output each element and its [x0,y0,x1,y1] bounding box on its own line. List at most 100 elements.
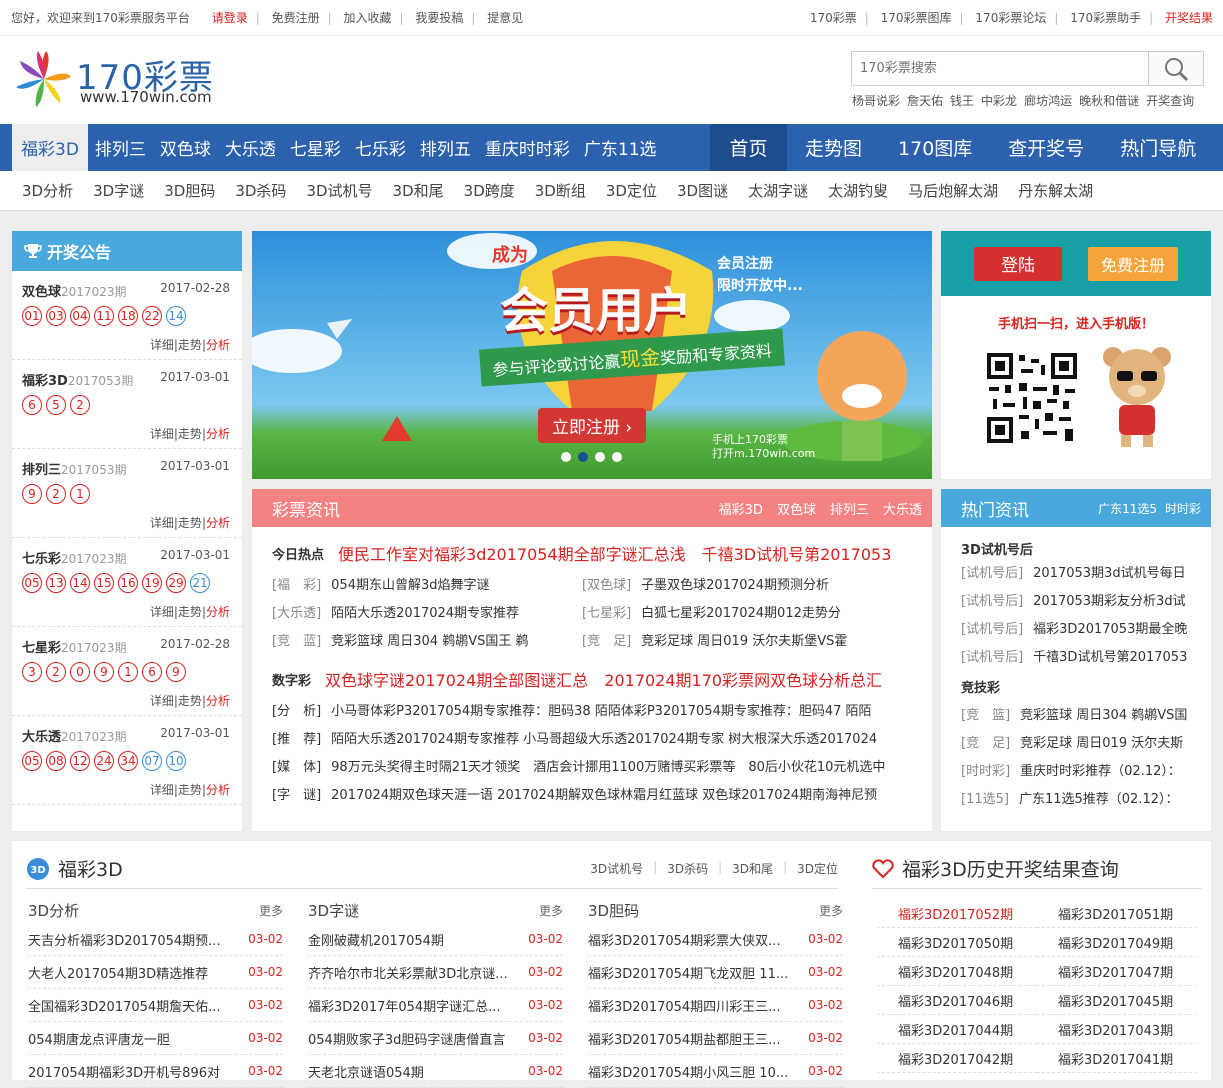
draw-name[interactable]: 大乐透 [22,730,61,745]
list-item[interactable]: 2017054期福彩3D开机号896对 03-02 [28,1055,283,1088]
more-link[interactable]: 更多 [259,902,283,919]
subnav-item[interactable]: 3D断组 [535,180,586,201]
hot-news-link[interactable]: 2017053期3d试机号每日 [1033,562,1185,581]
article-link[interactable]: 天老北京谜语054期 [308,1062,424,1081]
top-link-results[interactable]: 开奖结果 [1165,11,1213,25]
detail-link[interactable]: 详细 [150,516,174,530]
search-button[interactable] [1148,52,1203,85]
nav-item-qlc[interactable]: 七乐彩 [348,124,413,171]
article-link[interactable]: 福彩3D2017054期飞龙双胆 11... [588,963,788,982]
headline-link[interactable]: 2017024期170彩票网双色球分析总汇 [604,667,882,691]
top-link-assistant[interactable]: 170彩票助手 [1070,11,1141,25]
article-link[interactable]: 齐齐哈尔市北关彩票献3D北京谜... [308,963,508,982]
hot-news-link[interactable]: 千禧3D试机号第2017053 [1033,646,1187,665]
subnav-item[interactable]: 3D跨度 [464,180,515,201]
headline-link[interactable]: 双色球字谜2017024期全部图谜汇总 [325,667,588,691]
hot-news-row[interactable]: [11选5] 广东11选5推荐（02.12）： [941,783,1211,811]
hot-word[interactable]: 晚秋和借谜 [1079,92,1139,109]
trend-link[interactable]: 走势 [178,694,202,708]
trend-link[interactable]: 走势 [178,338,202,352]
news-item[interactable]: [竞 蓝] 竞彩篮球 周日304 鹈鹕VS国王 鹈 [272,630,582,649]
news-item[interactable]: [双色球] 子墨双色球2017024期预测分析 [582,574,892,593]
list-item[interactable]: 054期唐龙点评唐龙一胆 03-02 [28,1022,283,1055]
article-link[interactable]: 2017054期福彩3D开机号896对 [28,1062,220,1081]
hot-word[interactable]: 中彩龙 [981,92,1017,109]
subnav-item[interactable]: 3D胆码 [164,180,215,201]
register-link[interactable]: 免费注册 [272,11,320,25]
news-item[interactable]: [大乐透] 陌陌大乐透2017024期专家推荐 [272,602,582,621]
top-link-forum[interactable]: 170彩票论坛 [975,11,1046,25]
nav-item-ssq[interactable]: 双色球 [153,124,218,171]
history-link[interactable]: 福彩3D2017046期 [877,986,1037,1015]
news-link[interactable]: 竞彩篮球 周日304 鹈鹕VS国王 鹈 [331,630,528,649]
hot-news-link[interactable]: 广东11选5推荐（02.12）： [1019,788,1179,807]
news-item[interactable]: [竞 足] 竞彩足球 周日019 沃尔夫斯堡VS霍 [582,630,892,649]
trend-link[interactable]: 走势 [178,427,202,441]
trend-link[interactable]: 走势 [178,783,202,797]
news-tab[interactable]: 排列三 [830,499,869,518]
news-tab[interactable]: 双色球 [777,499,816,518]
feedback-link[interactable]: 提意见 [487,11,523,25]
hot-news-link[interactable]: 竞彩足球 周日019 沃尔夫斯 [1020,732,1183,751]
list-item[interactable]: 全国福彩3D2017054期詹天佑... 03-02 [28,989,283,1022]
more-link[interactable]: 更多 [539,902,563,919]
draw-name[interactable]: 排列三 [22,463,61,478]
history-link[interactable]: 福彩3D2017048期 [877,957,1037,986]
history-link[interactable]: 福彩3D2017047期 [1037,957,1197,986]
article-link[interactable]: 福彩3D2017054期彩票大侠双... [588,930,781,949]
subnav-item[interactable]: 太湖钓叟 [828,180,888,201]
history-link[interactable]: 福彩3D2017051期 [1037,899,1197,928]
analysis-link[interactable]: 分析 [206,783,230,797]
headline-link[interactable]: 便民工作室对福彩3d2017054期全部字谜汇总浅 [338,541,686,565]
analysis-link[interactable]: 分析 [206,338,230,352]
article-link[interactable]: 金刚破藏机2017054期 [308,930,444,949]
list-item[interactable]: 福彩3D2017054期飞龙双胆 11... 03-02 [588,956,843,989]
fc3d-tab[interactable]: 3D定位 [797,860,838,877]
column-title[interactable]: 3D分析 [28,900,79,921]
nav-item-gd11[interactable]: 广东11选 [577,124,664,171]
fc3d-tab[interactable]: 3D试机号 [590,860,643,877]
news-link[interactable]: 白狐七星彩2017024期012走势分 [641,602,841,621]
nav-item-p5[interactable]: 排列五 [413,124,478,171]
login-link[interactable]: 请登录 [212,11,248,25]
detail-link[interactable]: 详细 [150,605,174,619]
list-item[interactable]: 大老人2017054期3D精选推荐 03-02 [28,956,283,989]
promo-banner[interactable]: 成为 会员用户 会员注册 限时开放中... 参与评论或讨论赢现金奖励和专家资料 … [252,231,932,479]
top-link-lottery[interactable]: 170彩票 [810,11,857,25]
history-link[interactable]: 福彩3D2017050期 [877,928,1037,957]
search-input[interactable] [852,52,1148,85]
news-link[interactable]: 054期东山曾解3d焰舞字谜 [331,574,489,593]
hot-word[interactable]: 钱王 [950,92,974,109]
hot-word[interactable]: 开奖查询 [1146,92,1194,109]
subnav-item[interactable]: 3D试机号 [306,180,372,201]
list-item[interactable]: 054期败家子3d胆码字谜唐僧直言 03-02 [308,1022,563,1055]
hot-news-link[interactable]: 重庆时时彩推荐（02.12）： [1020,760,1181,779]
hot-word[interactable]: 廊坊鸿运 [1024,92,1072,109]
banner-register-button[interactable]: 立即注册 › [538,408,647,443]
news-item[interactable]: [七星彩] 白狐七星彩2017024期012走势分 [582,602,892,621]
hot-news-row[interactable]: [时时彩] 重庆时时彩推荐（02.12）： [941,755,1211,783]
subnav-item[interactable]: 3D定位 [606,180,657,201]
hot-news-row[interactable]: [竞 足] 竞彩足球 周日019 沃尔夫斯 [941,727,1211,755]
nav-item-dlt[interactable]: 大乐透 [218,124,283,171]
history-link[interactable]: 福彩3D2017052期 [877,899,1037,928]
detail-link[interactable]: 详细 [150,427,174,441]
hot-news-row[interactable]: [竞 篮] 竞彩篮球 周日304 鹈鹕VS国 [941,699,1211,727]
more-link[interactable]: 更多 [819,902,843,919]
hot-news-row[interactable]: [试机号后] 2017053期彩友分析3d试 [941,585,1211,613]
news-row[interactable]: [媒 体] 98万元头奖得主时隔21天才领奖 酒店会计挪用1100万赌博买彩票等 … [252,751,932,779]
analysis-link[interactable]: 分析 [206,694,230,708]
subnav-item[interactable]: 3D和尾 [393,180,444,201]
news-row[interactable]: [推 荐] 陌陌大乐透2017024期专家推荐 小马哥超级大乐透2017024期专… [252,723,932,751]
news-item[interactable]: [福 彩] 054期东山曾解3d焰舞字谜 [272,574,582,593]
list-item[interactable]: 福彩3D2017054期盐都胆王三... 03-02 [588,1022,843,1055]
article-link[interactable]: 054期败家子3d胆码字谜唐僧直言 [308,1029,505,1048]
top-link-gallery[interactable]: 170彩票图库 [881,11,952,25]
nav-gallery[interactable]: 170图库 [880,124,990,171]
detail-link[interactable]: 详细 [150,783,174,797]
history-link[interactable]: 福彩3D2017049期 [1037,928,1197,957]
article-link[interactable]: 天吉分析福彩3D2017054期预... [28,930,221,949]
article-link[interactable]: 福彩3D2017054期盐都胆王三... [588,1029,781,1048]
history-link[interactable]: 福彩3D2017045期 [1037,986,1197,1015]
news-link[interactable]: 98万元头奖得主时隔21天才领奖 酒店会计挪用1100万赌博买彩票等 80后小伙… [331,756,885,775]
